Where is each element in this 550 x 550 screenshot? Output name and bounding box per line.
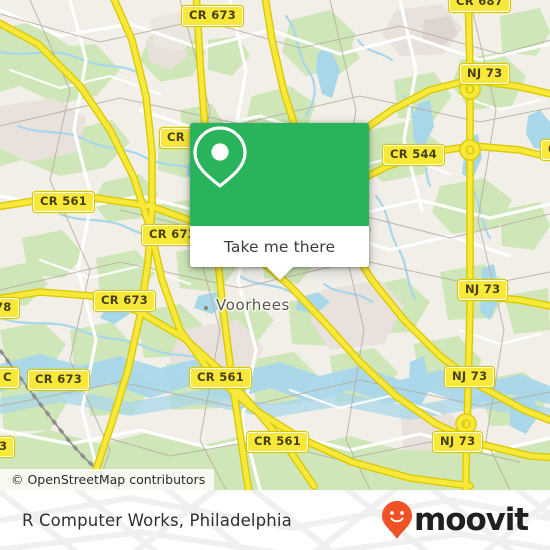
map-canvas[interactable]: Voorhees CR 673 CR 687 NJ 73 CR 6 CR 544… — [0, 0, 550, 490]
place-marker-dot — [204, 306, 208, 310]
place-label-voorhees: Voorhees — [216, 296, 290, 314]
map-pin-icon — [193, 126, 247, 188]
location-popup[interactable]: Take me there — [190, 123, 369, 280]
moovit-wordmark: moovit — [414, 502, 529, 538]
footer-bar: R Computer Works, Philadelphia moovit — [0, 490, 550, 550]
road-shield: 3 — [0, 437, 15, 457]
popup-header — [190, 123, 369, 226]
road-shield: CR 561 — [190, 368, 252, 388]
road-shield: 78 — [0, 298, 19, 318]
road-shield: CR 673 — [94, 291, 156, 311]
moovit-logo[interactable]: moovit — [381, 500, 529, 540]
road-shield: CR 687 — [449, 0, 511, 12]
road-shield: NJ 73 — [460, 64, 510, 84]
osm-attribution-text: © OpenStreetMap contributors — [11, 472, 206, 487]
road-shield: C — [0, 368, 19, 388]
moovit-smiley-pin-icon — [382, 501, 413, 539]
road-shield: NJ 73 — [458, 280, 508, 300]
popup-pointer-tail — [266, 267, 293, 280]
road-shield: CR — [541, 140, 550, 160]
road-shield: CR 673 — [182, 6, 244, 26]
road-shield: CR 673 — [28, 370, 90, 390]
road-shield: CR 561 — [247, 432, 309, 452]
road-shield: NJ 73 — [433, 432, 483, 452]
road-shield: CR 561 — [33, 192, 95, 212]
place-title: R Computer Works, Philadelphia — [22, 510, 292, 530]
osm-attribution[interactable]: © OpenStreetMap contributors — [0, 469, 215, 490]
road-shield: NJ 73 — [445, 367, 495, 387]
take-me-there-label: Take me there — [223, 237, 336, 256]
map-share-card: Voorhees CR 673 CR 687 NJ 73 CR 6 CR 544… — [0, 0, 550, 550]
popup-action-bar[interactable]: Take me there — [190, 226, 369, 267]
road-shield: CR 544 — [383, 145, 445, 165]
